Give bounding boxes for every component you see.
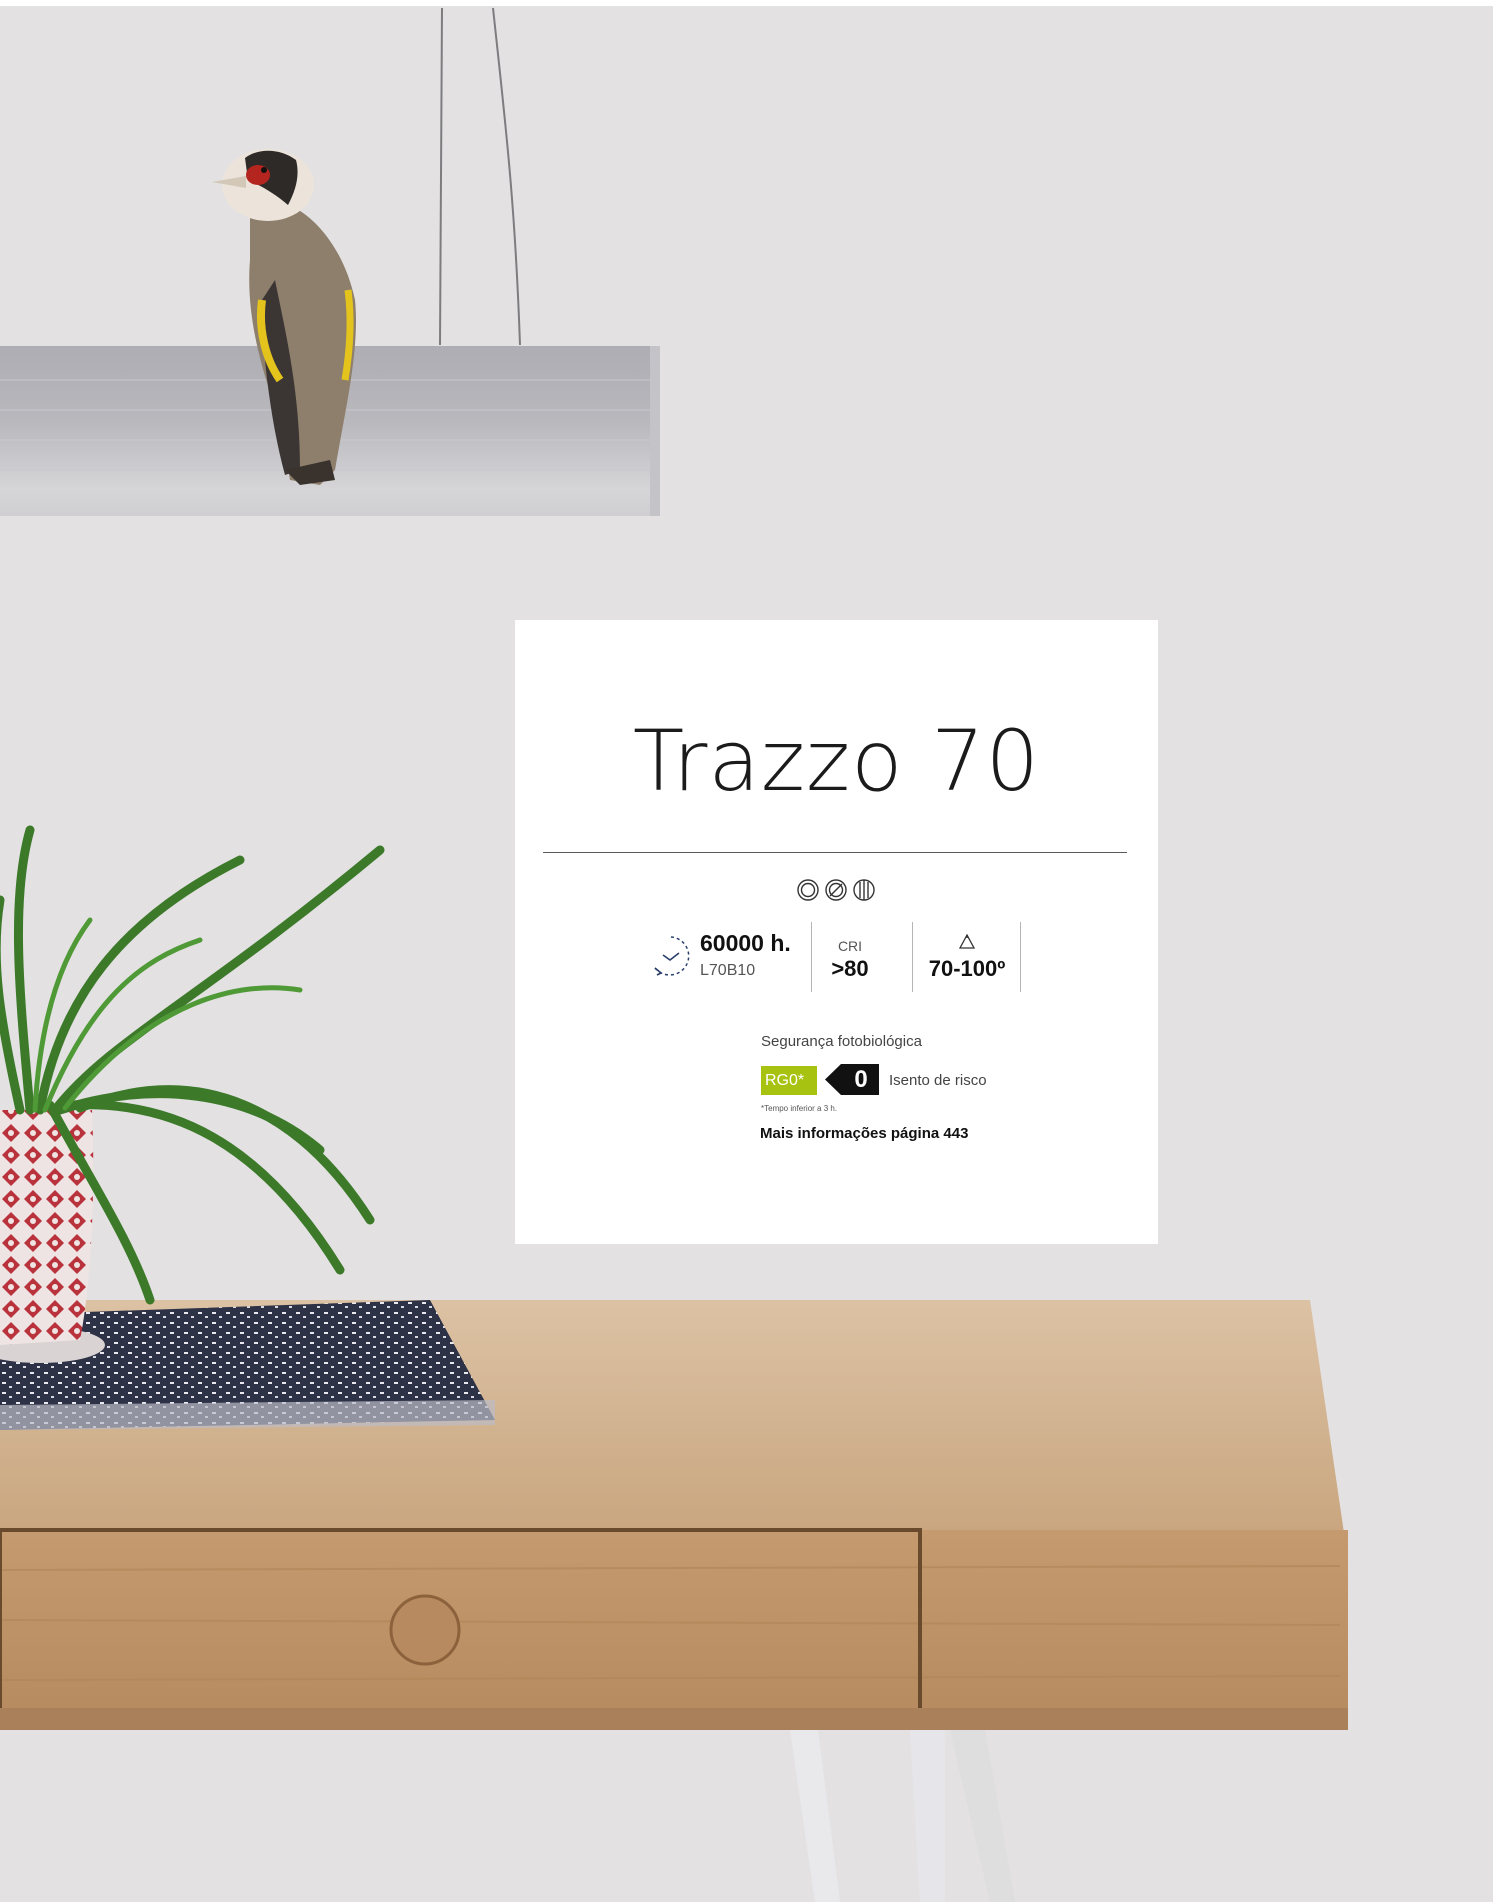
photobiological-safety-label: Segurança fotobiológica bbox=[761, 1033, 922, 1050]
risk-number: 0 bbox=[854, 1066, 868, 1093]
risk-footnote: *Tempo inferior a 3 h. bbox=[761, 1104, 838, 1113]
more-info-link[interactable]: Mais informações página 443 bbox=[760, 1125, 968, 1142]
lamp-wires bbox=[439, 7, 521, 346]
lifetime-clock-icon bbox=[654, 936, 690, 976]
beam-angle-value: 70-100º bbox=[928, 956, 1006, 981]
beam-angle-icon bbox=[958, 934, 976, 949]
lifetime-value: 60000 h. bbox=[700, 930, 791, 956]
recessed-mount-icon bbox=[797, 879, 819, 901]
cri-label: CRI bbox=[837, 938, 863, 954]
surface-mount-icon bbox=[825, 879, 847, 901]
lifetime-code: L70B10 bbox=[700, 962, 756, 979]
spec-divider bbox=[1020, 922, 1021, 992]
cri-value: >80 bbox=[831, 956, 869, 981]
spec-row: 60000 h. L70B10 CRI >80 70-100º bbox=[515, 922, 1158, 994]
product-title: Trazzo 70 bbox=[632, 712, 1041, 810]
mounting-icons bbox=[797, 879, 875, 901]
suspended-mount-icon bbox=[853, 879, 875, 901]
risk-text: Isento de risco bbox=[889, 1072, 987, 1089]
product-info-card: Trazzo 70 60000 h. L70B10 CRI >80 70-100… bbox=[515, 620, 1158, 1244]
risk-group-badge: RG0* bbox=[761, 1066, 817, 1095]
potted-plant bbox=[0, 825, 385, 1363]
title-divider bbox=[543, 852, 1127, 853]
